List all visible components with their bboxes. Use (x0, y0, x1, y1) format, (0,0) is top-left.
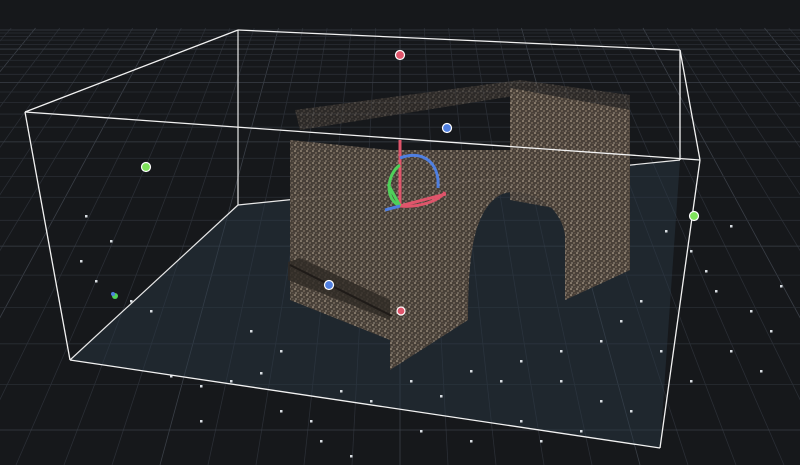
scatter-point (470, 370, 473, 373)
scatter-point (690, 250, 693, 253)
scatter-point (280, 350, 283, 353)
front-handle[interactable] (323, 279, 335, 291)
scatter-point (340, 390, 343, 393)
scatter-point (540, 440, 543, 443)
scatter-point (705, 270, 708, 273)
scatter-point (600, 340, 603, 343)
right-handle[interactable] (688, 210, 700, 222)
point-cloud-scene[interactable] (0, 0, 800, 465)
scatter-point (730, 225, 733, 228)
scatter-point (150, 310, 153, 313)
scatter-point (370, 400, 373, 403)
scatter-point (690, 380, 693, 383)
scatter-point (200, 420, 203, 423)
top-handle[interactable] (394, 49, 406, 61)
scatter-point (520, 360, 523, 363)
scatter-point (520, 420, 523, 423)
scatter-point (230, 380, 233, 383)
scatter-point (85, 215, 88, 218)
scatter-point (665, 230, 668, 233)
scatter-point (410, 380, 413, 383)
scatter-point (640, 300, 643, 303)
scatter-point (250, 330, 253, 333)
scatter-point (80, 260, 83, 263)
scatter-point (200, 385, 203, 388)
scatter-point (630, 410, 633, 413)
scatter-point (110, 240, 113, 243)
scatter-point (750, 310, 753, 313)
scatter-point (470, 440, 473, 443)
scatter-point (130, 300, 133, 303)
scatter-point (715, 290, 718, 293)
scatter-point (320, 440, 323, 443)
scatter-point (620, 320, 623, 323)
3d-viewport[interactable] (0, 0, 800, 465)
scatter-point (500, 380, 503, 383)
scatter-point (350, 455, 353, 458)
scatter-point (95, 280, 98, 283)
scatter-point (560, 350, 563, 353)
scatter-point (780, 285, 783, 288)
scatter-point (600, 400, 603, 403)
scatter-point (560, 380, 563, 383)
camera-marker-icon (111, 292, 118, 299)
scatter-point (420, 430, 423, 433)
scatter-point (280, 410, 283, 413)
scatter-point (660, 350, 663, 353)
scatter-point (440, 395, 443, 398)
left-handle[interactable] (140, 161, 152, 173)
scatter-point (260, 372, 263, 375)
scatter-point (730, 350, 733, 353)
scatter-point (310, 420, 313, 423)
scatter-point (580, 430, 583, 433)
back-handle[interactable] (441, 122, 453, 134)
bottom-handle[interactable] (396, 306, 406, 316)
scatter-point (760, 370, 763, 373)
scatter-point (770, 330, 773, 333)
